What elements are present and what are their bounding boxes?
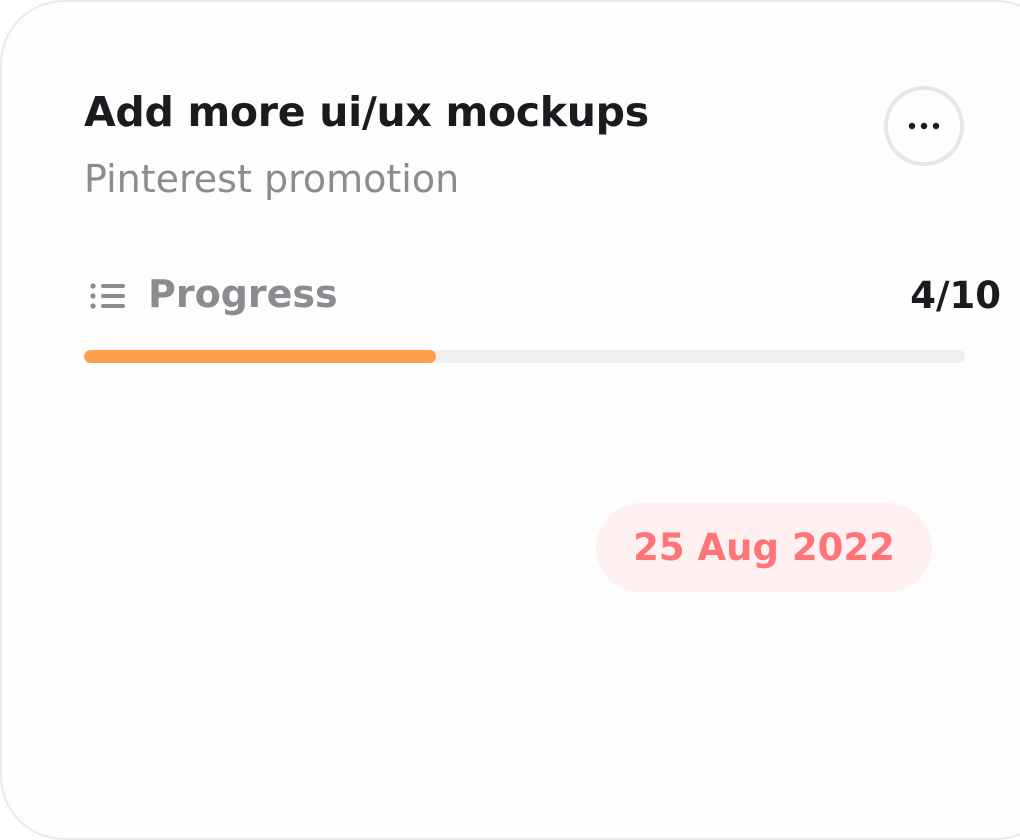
task-card[interactable]: Add more ui/ux mockups Pinterest promoti… [0, 0, 1020, 840]
list-icon [90, 283, 125, 309]
more-horizontal-icon [908, 122, 940, 130]
progress-bar [84, 350, 965, 363]
due-date: 25 Aug 2022 [633, 526, 895, 569]
due-date-badge: 25 Aug 2022 [596, 503, 932, 592]
progress-label: Progress [148, 272, 338, 316]
task-title: Add more ui/ux mockups [84, 88, 649, 136]
more-options-button[interactable] [884, 86, 964, 166]
progress-bar-fill [84, 350, 437, 363]
progress-count: 4/10 [910, 274, 1001, 317]
task-subtitle: Pinterest promotion [84, 157, 460, 201]
